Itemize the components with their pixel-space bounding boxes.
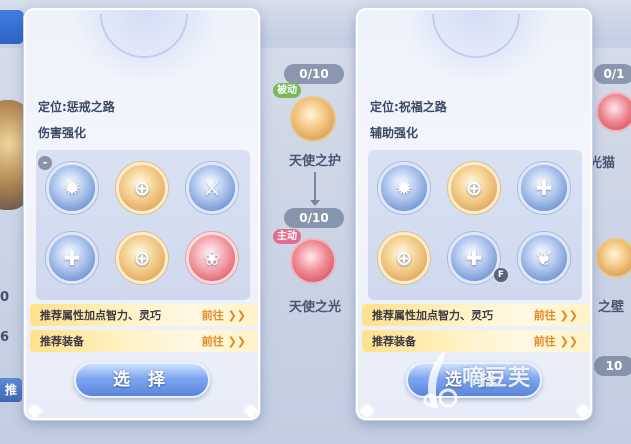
talent-crest[interactable]: ⊕ bbox=[448, 162, 500, 214]
talent-icon-panel: ✹ ⊕ ✚ ⊕ ✚ F ❦ bbox=[368, 150, 582, 300]
skill-arrow bbox=[310, 172, 320, 206]
path-card-punishment: 定位:惩戒之路 伤害强化 - ✹ ⊕ ⚔ ✚ ⊕ ❀ 推荐属性加点智力、灵巧 前… bbox=[24, 8, 260, 420]
skill-label: 天使之护 bbox=[288, 154, 341, 169]
go-link[interactable]: 前往 ❯❯ bbox=[202, 307, 246, 323]
skill-counter: 10 bbox=[594, 356, 631, 376]
recommend-gear-row[interactable]: 推荐装备 前往 ❯❯ bbox=[30, 330, 258, 352]
crest-icon: ⊕ bbox=[465, 176, 483, 200]
recommend-stats-row[interactable]: 推荐属性加点智力、灵巧 前往 ❯❯ bbox=[30, 304, 258, 326]
shield-icon: ⊕ bbox=[395, 246, 413, 270]
skill-tag-passive: 被动 bbox=[273, 83, 301, 98]
stat-value: 0 bbox=[0, 290, 10, 305]
recommend-stats-text: 推荐属性加点智力、灵巧 bbox=[372, 309, 493, 322]
skill-tag-active: 主动 bbox=[273, 229, 301, 244]
skill-node-right[interactable] bbox=[596, 238, 631, 278]
path-card-blessing: 定位:祝福之路 辅助强化 ✹ ⊕ ✚ ⊕ ✚ F ❦ 推荐属性加点智力、灵巧 前… bbox=[356, 8, 592, 420]
watermark-text: 嘀豆芙 bbox=[462, 366, 532, 391]
talent-sword[interactable]: ⚔ bbox=[186, 162, 238, 214]
background-recommend-button[interactable]: 推 bbox=[0, 378, 22, 402]
recommend-gear-text: 推荐装备 bbox=[372, 335, 416, 348]
talent-crest[interactable]: ⊕ bbox=[116, 162, 168, 214]
sword-icon: ⚔ bbox=[203, 176, 221, 200]
recommend-gear-text: 推荐装备 bbox=[40, 335, 84, 348]
cross-icon: ✚ bbox=[63, 246, 81, 270]
go-link[interactable]: 前往 ❯❯ bbox=[534, 307, 578, 323]
talent-flame[interactable]: ❀ bbox=[186, 232, 238, 284]
sparkle-icon bbox=[243, 403, 258, 418]
crest-icon: ⊕ bbox=[133, 176, 151, 200]
starburst-icon: ✹ bbox=[395, 176, 413, 200]
collapse-badge[interactable]: - bbox=[38, 156, 52, 170]
talent-shield[interactable]: ⊕ bbox=[116, 232, 168, 284]
talent-icon-panel: - ✹ ⊕ ⚔ ✚ ⊕ ❀ bbox=[36, 150, 250, 300]
talent-shield[interactable]: ⊕ bbox=[378, 232, 430, 284]
sparkle-icon bbox=[27, 403, 43, 418]
skill-counter: 0/10 bbox=[284, 64, 344, 84]
skill-node-angel-guard[interactable] bbox=[290, 96, 336, 142]
card-focus-subtitle: 辅助强化 bbox=[370, 126, 419, 140]
background-tab[interactable] bbox=[0, 10, 24, 44]
card-position-title: 定位:祝福之路 bbox=[370, 100, 447, 114]
go-link[interactable]: 前往 ❯❯ bbox=[534, 333, 578, 349]
sparkle-icon bbox=[359, 403, 375, 418]
skill-node-angel-light[interactable] bbox=[290, 238, 336, 284]
talent-starburst[interactable]: ✹ bbox=[46, 162, 98, 214]
talent-heal[interactable]: ✚ bbox=[448, 232, 500, 284]
recommend-stats-text: 推荐属性加点智力、灵巧 bbox=[40, 309, 161, 322]
talent-cross[interactable]: ✚ bbox=[46, 232, 98, 284]
talent-wing[interactable]: ❦ bbox=[518, 232, 570, 284]
recommend-gear-row[interactable]: 推荐装备 前往 ❯❯ bbox=[362, 330, 590, 352]
heal-icon: ✚ bbox=[465, 246, 483, 270]
recommend-stats-row[interactable]: 推荐属性加点智力、灵巧 前往 ❯❯ bbox=[362, 304, 590, 326]
skill-label: 天使之光 bbox=[288, 300, 341, 315]
starburst-icon: ✹ bbox=[63, 176, 81, 200]
talent-cross[interactable]: ✚ bbox=[518, 162, 570, 214]
card-crest-ornament bbox=[432, 14, 520, 58]
skill-counter: 0/1 bbox=[594, 64, 631, 84]
cross-icon: ✚ bbox=[535, 176, 553, 200]
flame-icon: ❀ bbox=[203, 246, 221, 270]
stat-value: 6 bbox=[0, 330, 10, 345]
shield-icon: ⊕ bbox=[133, 246, 151, 270]
card-position-title: 定位:惩戒之路 bbox=[38, 100, 115, 114]
select-button[interactable]: 选 择 bbox=[74, 362, 210, 398]
sparkle-icon bbox=[575, 403, 590, 418]
go-link[interactable]: 前往 ❯❯ bbox=[202, 333, 246, 349]
card-crest-ornament bbox=[100, 14, 188, 58]
talent-starburst[interactable]: ✹ bbox=[378, 162, 430, 214]
skill-counter: 0/10 bbox=[284, 208, 344, 228]
card-focus-subtitle: 伤害强化 bbox=[38, 126, 87, 140]
skill-label: 之壁 bbox=[597, 300, 624, 315]
f-badge: F bbox=[494, 268, 508, 282]
skill-node-right[interactable] bbox=[596, 92, 631, 132]
wing-icon: ❦ bbox=[535, 246, 553, 270]
